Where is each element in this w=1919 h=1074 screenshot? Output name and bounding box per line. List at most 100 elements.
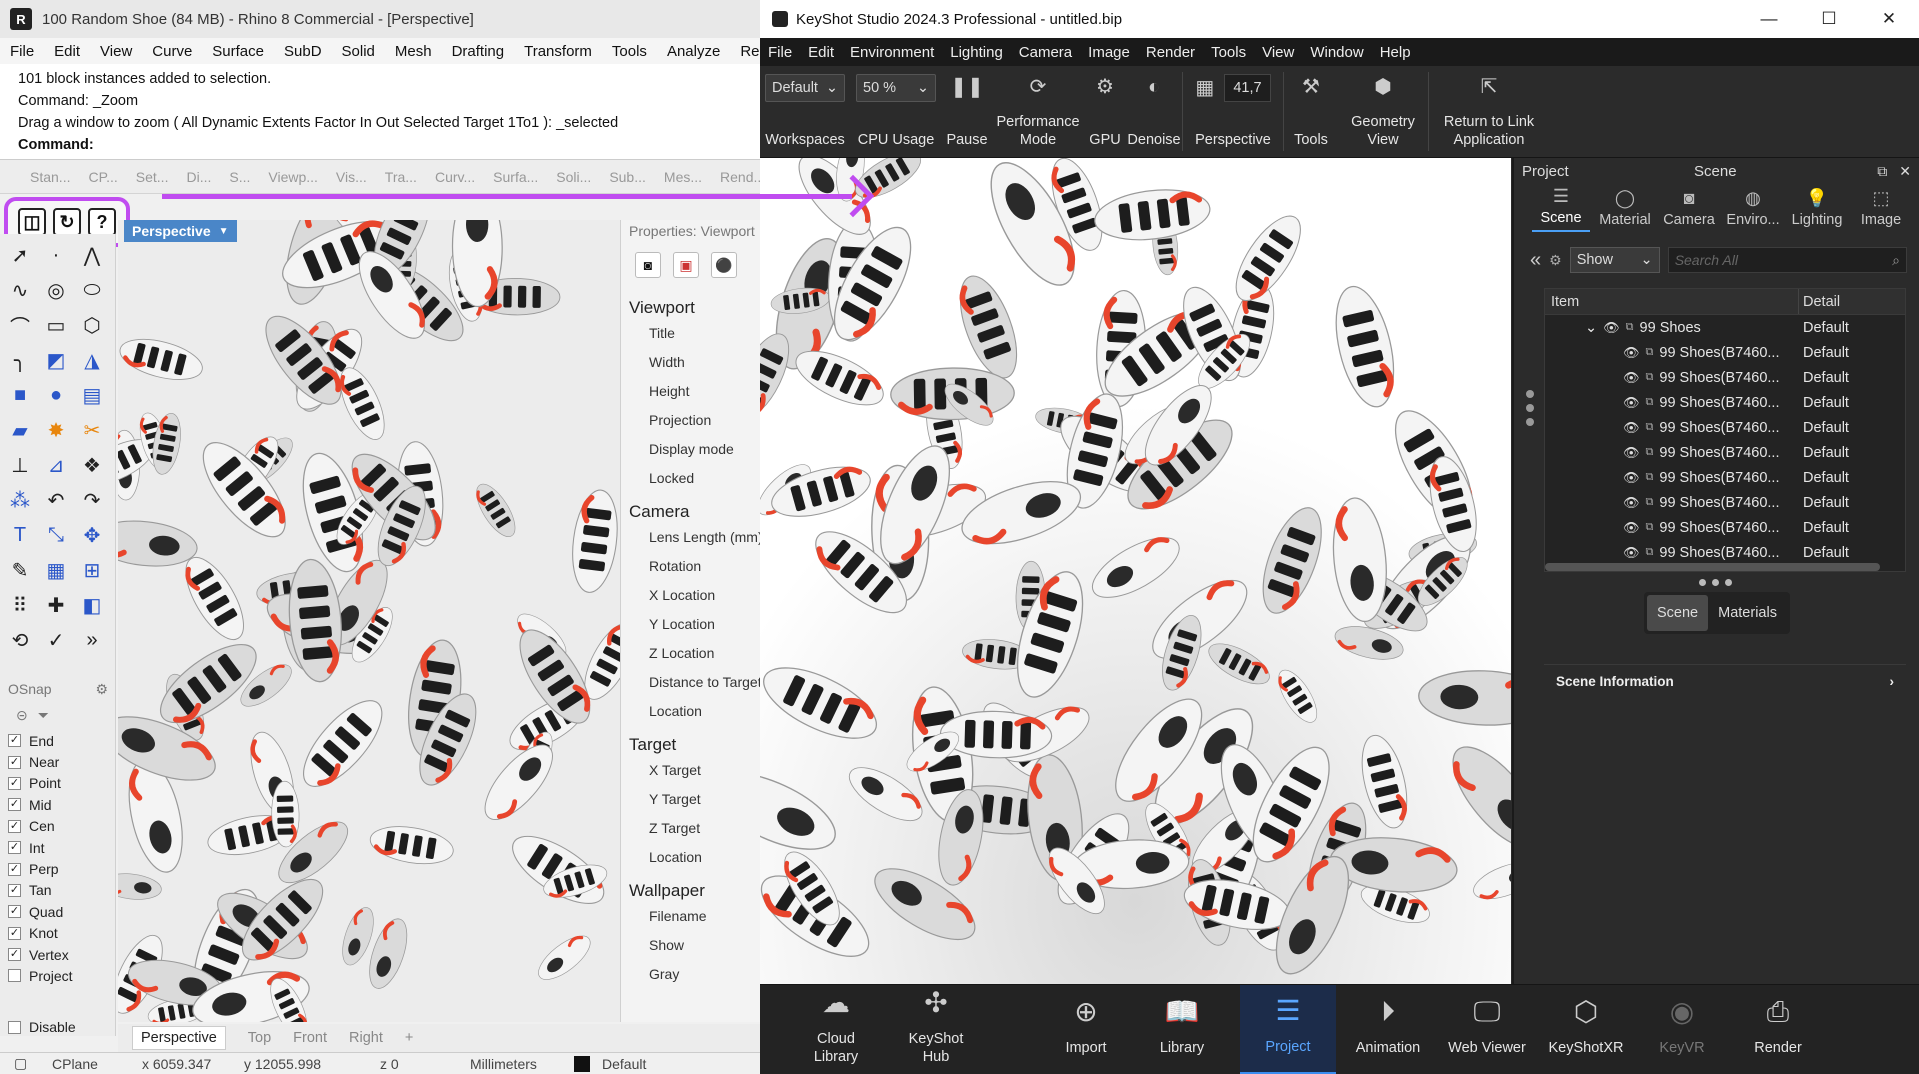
add-tab-button[interactable]: + <box>405 1030 413 1046</box>
osnap-near[interactable]: ✓ Near <box>8 751 108 772</box>
dots-grid-icon[interactable]: ⠿ <box>2 588 38 623</box>
tree-row[interactable]: 👁 ⧉ 99 Shoes(B7460... Default <box>1545 390 1905 415</box>
toolbar-tab[interactable]: S... <box>229 169 250 185</box>
rhino-menu-analyze[interactable]: Analyze <box>667 43 720 60</box>
osnap-vertex[interactable]: ✓ Vertex <box>8 944 108 965</box>
return-to-link-button[interactable]: ⇱ Return to Link Application <box>1429 66 1549 157</box>
ks-menu-edit[interactable]: Edit <box>808 44 834 61</box>
funnel-icon[interactable]: ⏷ <box>38 707 49 724</box>
ks-menu-file[interactable]: File <box>768 44 792 61</box>
status-cplane[interactable]: CPlane <box>52 1056 98 1072</box>
camera-angle-field[interactable]: 41,7 <box>1224 74 1271 102</box>
rectangle-icon[interactable]: ▭ <box>38 308 74 343</box>
status-units[interactable]: Millimeters <box>470 1056 537 1072</box>
toolbar-tab[interactable]: Stan... <box>30 169 70 185</box>
rhino-menu-solid[interactable]: Solid <box>342 43 375 60</box>
rhino-menu-view[interactable]: View <box>100 43 132 60</box>
cylinder-icon[interactable]: ▤ <box>74 378 110 413</box>
rhino-menu-subd[interactable]: SubD <box>284 43 322 60</box>
pencil-icon[interactable]: ✎ <box>2 553 38 588</box>
rhino-menu-transform[interactable]: Transform <box>524 43 592 60</box>
gpu-button[interactable]: ⚙ GPU <box>1084 66 1126 157</box>
tree-root-row[interactable]: ⌄ 👁 ⧉ 99 Shoes Default <box>1545 315 1905 340</box>
status-layer[interactable]: Default <box>602 1056 646 1072</box>
ellipse-icon[interactable]: ⬭ <box>74 273 110 308</box>
rhino-menu-tools[interactable]: Tools <box>612 43 647 60</box>
render-button[interactable]: ⎙ Render <box>1742 985 1814 1074</box>
osnap-int[interactable]: ✓ Int <box>8 837 108 858</box>
tools-button[interactable]: ⚒ Tools <box>1284 66 1338 157</box>
col-detail[interactable]: Detail <box>1799 294 1840 310</box>
transform-icon[interactable]: ✥ <box>74 518 110 553</box>
toolbar-tab[interactable]: Curv... <box>435 169 475 185</box>
trim-icon[interactable]: ✂ <box>74 413 110 448</box>
osnap-perp[interactable]: ✓ Perp <box>8 858 108 879</box>
toolbar-tab[interactable]: Tra... <box>385 169 417 185</box>
text-icon[interactable]: T <box>2 518 38 553</box>
fillet-icon[interactable]: ╮ <box>2 343 38 378</box>
osnap-tan[interactable]: ✓ Tan <box>8 880 108 901</box>
tab-material[interactable]: ◯ Material <box>1596 184 1654 232</box>
panel-project-title[interactable]: Project <box>1522 163 1569 180</box>
rhino-menu-surface[interactable]: Surface <box>212 43 264 60</box>
osnap-point[interactable]: ✓ Point <box>8 773 108 794</box>
tree-row[interactable]: 👁 ⧉ 99 Shoes(B7460... Default <box>1545 365 1905 390</box>
toolbar-tab[interactable]: Surfa... <box>493 169 538 185</box>
dimension-icon[interactable]: ⊥ <box>2 448 38 483</box>
rhino-perspective-viewport[interactable]: Perspective ▼ <box>118 220 620 1022</box>
rhino-menu-curve[interactable]: Curve <box>152 43 192 60</box>
ks-menu-help[interactable]: Help <box>1380 44 1411 61</box>
history-icon[interactable]: ⟲ <box>2 623 38 658</box>
more-icon[interactable]: » <box>74 623 110 658</box>
tab-top[interactable]: Top <box>248 1030 271 1046</box>
performance-mode-button[interactable]: ⟳ Performance Mode <box>992 66 1084 157</box>
tab-environment[interactable]: ◍ Enviro... <box>1724 184 1782 232</box>
ks-menu-lighting[interactable]: Lighting <box>950 44 1003 61</box>
osnap-disable[interactable]: Disable <box>8 1017 108 1038</box>
tab-lighting[interactable]: 💡 Lighting <box>1788 184 1846 232</box>
tree-row[interactable]: 👁 ⧉ 99 Shoes(B7460... Default <box>1545 440 1905 465</box>
arc-icon[interactable]: ⌒ <box>2 308 38 343</box>
array-icon[interactable]: ⁂ <box>2 483 38 518</box>
viewport-label[interactable]: Perspective ▼ <box>124 220 237 242</box>
tab-perspective[interactable]: Perspective <box>132 1026 226 1050</box>
osnap-quad[interactable]: ✓ Quad <box>8 901 108 922</box>
ks-menu-render[interactable]: Render <box>1146 44 1195 61</box>
segment-scene[interactable]: Scene <box>1647 595 1709 631</box>
grid-snap-icon[interactable]: ⊞ <box>74 553 110 588</box>
toolbar-tab[interactable]: Di... <box>186 169 211 185</box>
geometry-view-button[interactable]: ⬢ Geometry View <box>1338 66 1428 157</box>
refresh-icon[interactable]: ↻ <box>53 208 81 236</box>
ks-menu-image[interactable]: Image <box>1088 44 1130 61</box>
ks-menu-window[interactable]: Window <box>1310 44 1363 61</box>
tab-front[interactable]: Front <box>293 1030 327 1046</box>
tree-row[interactable]: 👁 ⧉ 99 Shoes(B7460... Default <box>1545 515 1905 540</box>
toolbar-tab[interactable]: Viewp... <box>268 169 318 185</box>
help-icon[interactable]: ? <box>88 208 116 236</box>
tree-row[interactable]: 👁 ⧉ 99 Shoes(B7460... Default <box>1545 540 1905 565</box>
layer-icon[interactable]: ▦ <box>38 553 74 588</box>
maximize-icon[interactable]: ☐ <box>1799 0 1859 38</box>
ks-menu-view[interactable]: View <box>1262 44 1294 61</box>
tree-row[interactable]: 👁 ⧉ 99 Shoes(B7460... Default <box>1545 465 1905 490</box>
drag-handle[interactable] <box>1526 390 1534 426</box>
group-icon[interactable]: ❖ <box>74 448 110 483</box>
filter-icon[interactable]: ⚙ <box>1549 252 1562 269</box>
toolbar-tab[interactable]: Set... <box>136 169 169 185</box>
explode-icon[interactable]: ✸ <box>38 413 74 448</box>
osnap-cen[interactable]: ✓ Cen <box>8 816 108 837</box>
extrude-icon[interactable]: ⊿ <box>38 448 74 483</box>
boolean-icon[interactable]: ● <box>38 378 74 413</box>
toolbar-tab[interactable]: Mes... <box>664 169 702 185</box>
materials-icon[interactable]: ⚫ <box>711 252 737 278</box>
tree-horizontal-scrollbar[interactable] <box>1545 563 1880 571</box>
library-button[interactable]: 📖 Library <box>1146 985 1218 1074</box>
surface-icon[interactable]: ◩ <box>38 343 74 378</box>
minimize-icon[interactable]: — <box>1739 0 1799 38</box>
ks-menu-camera[interactable]: Camera <box>1019 44 1072 61</box>
toolbar-tab[interactable]: Sub... <box>609 169 646 185</box>
camera-perspective-control[interactable]: ▦ 41,7 Perspective <box>1183 66 1283 157</box>
rebuild-icon[interactable]: ↷ <box>74 483 110 518</box>
ks-menu-environment[interactable]: Environment <box>850 44 934 61</box>
osnap-filter-icon[interactable]: ⊝ <box>16 707 28 724</box>
